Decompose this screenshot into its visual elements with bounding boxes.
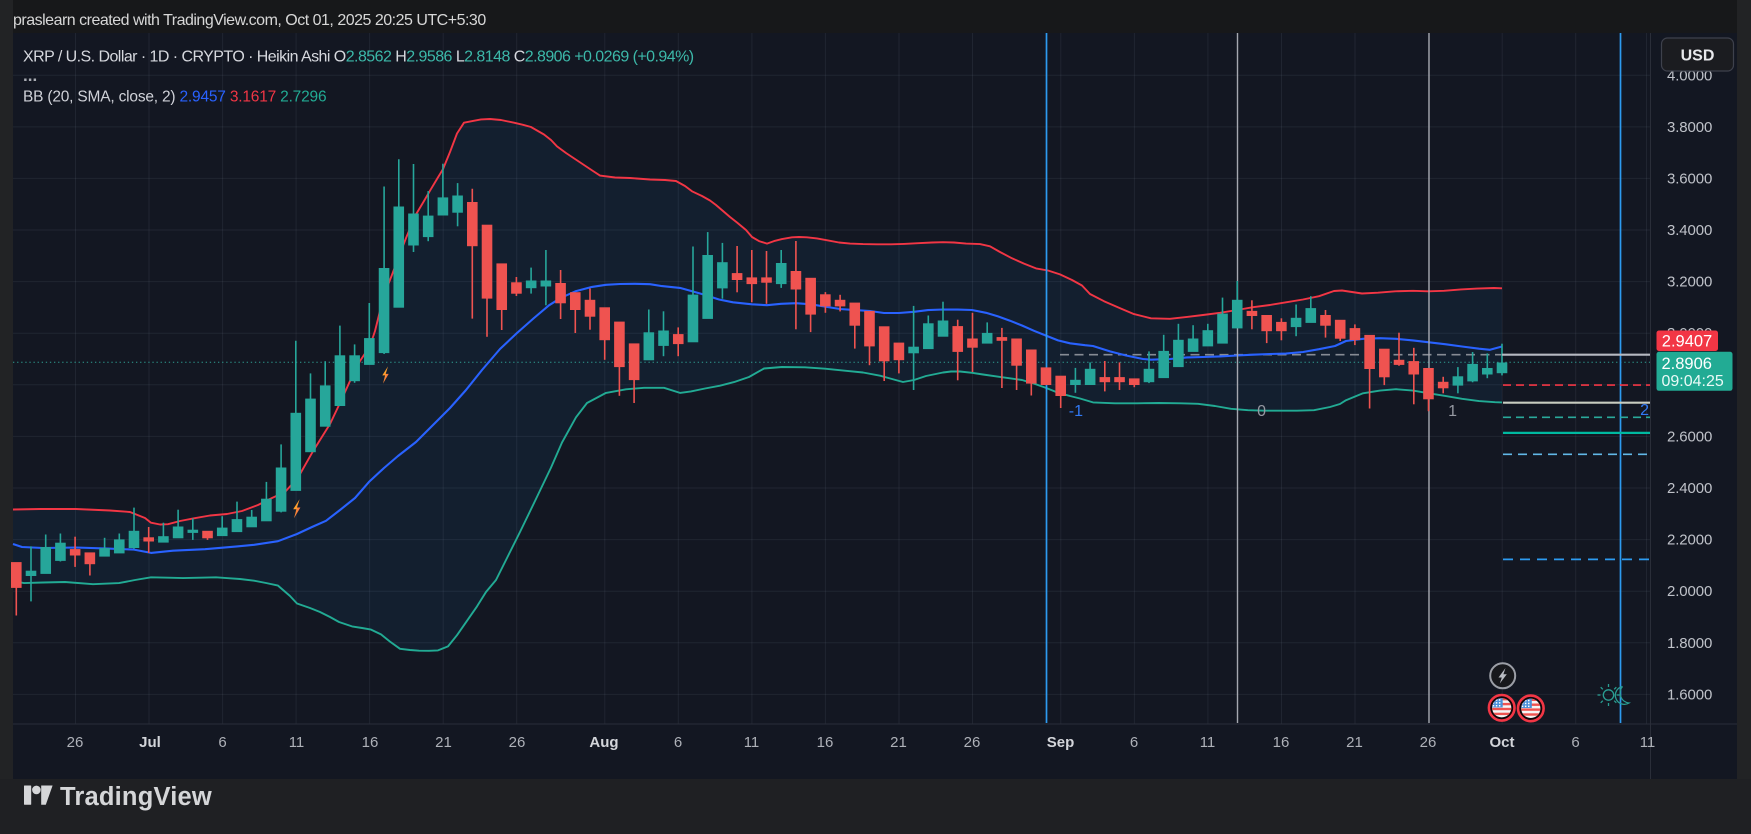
svg-text:21: 21: [1346, 734, 1363, 751]
svg-text:Sep: Sep: [1047, 734, 1075, 751]
svg-text:6: 6: [218, 734, 226, 751]
svg-text:2.6000: 2.6000: [1667, 428, 1712, 445]
svg-text:...: ...: [23, 66, 37, 85]
svg-text:TradingView: TradingView: [60, 783, 212, 811]
svg-text:2.2000: 2.2000: [1667, 532, 1712, 549]
svg-text:3.6000: 3.6000: [1667, 170, 1712, 187]
svg-text:1.8000: 1.8000: [1667, 635, 1712, 652]
svg-text:2.8906: 2.8906: [1662, 355, 1712, 373]
svg-text:6: 6: [1571, 734, 1579, 751]
svg-text:11: 11: [1640, 734, 1656, 751]
svg-text:26: 26: [509, 734, 526, 751]
svg-text:6: 6: [674, 734, 682, 751]
svg-text:2.4000: 2.4000: [1667, 480, 1712, 497]
svg-text:26: 26: [1420, 734, 1437, 751]
svg-text:09:04:25: 09:04:25: [1662, 373, 1724, 390]
svg-text:2: 2: [1640, 402, 1649, 419]
svg-text:Jul: Jul: [139, 734, 161, 751]
svg-text:2.0000: 2.0000: [1667, 583, 1712, 600]
svg-text:11: 11: [289, 734, 305, 751]
svg-text:11: 11: [744, 734, 760, 751]
svg-text:1.6000: 1.6000: [1667, 686, 1712, 703]
svg-text:praslearn created with Trading: praslearn created with TradingView.com, …: [13, 12, 486, 29]
svg-text:21: 21: [890, 734, 907, 751]
svg-text:Oct: Oct: [1489, 734, 1514, 751]
svg-text:Aug: Aug: [589, 734, 618, 751]
svg-text:USD: USD: [1681, 48, 1715, 65]
svg-text:1: 1: [1448, 403, 1457, 420]
svg-text:11: 11: [1200, 734, 1216, 751]
svg-text:3.8000: 3.8000: [1667, 119, 1712, 136]
svg-text:3.2000: 3.2000: [1667, 274, 1712, 291]
svg-text:3.4000: 3.4000: [1667, 222, 1712, 239]
svg-text:26: 26: [964, 734, 981, 751]
svg-text:-1: -1: [1069, 403, 1083, 420]
svg-text:21: 21: [435, 734, 452, 751]
svg-text:2.9407: 2.9407: [1662, 333, 1712, 351]
svg-text:16: 16: [1273, 734, 1290, 751]
svg-text:0: 0: [1257, 403, 1266, 420]
svg-text:XRP / U.S. Dollar · 1D · CRYPT: XRP / U.S. Dollar · 1D · CRYPTO · Heikin…: [23, 49, 694, 66]
svg-text:16: 16: [362, 734, 379, 751]
svg-text:16: 16: [817, 734, 834, 751]
svg-text:BB (20, SMA, close, 2) 2.9457: BB (20, SMA, close, 2) 2.9457 3.1617 2.7…: [23, 89, 326, 106]
svg-text:6: 6: [1130, 734, 1138, 751]
svg-text:26: 26: [67, 734, 84, 751]
